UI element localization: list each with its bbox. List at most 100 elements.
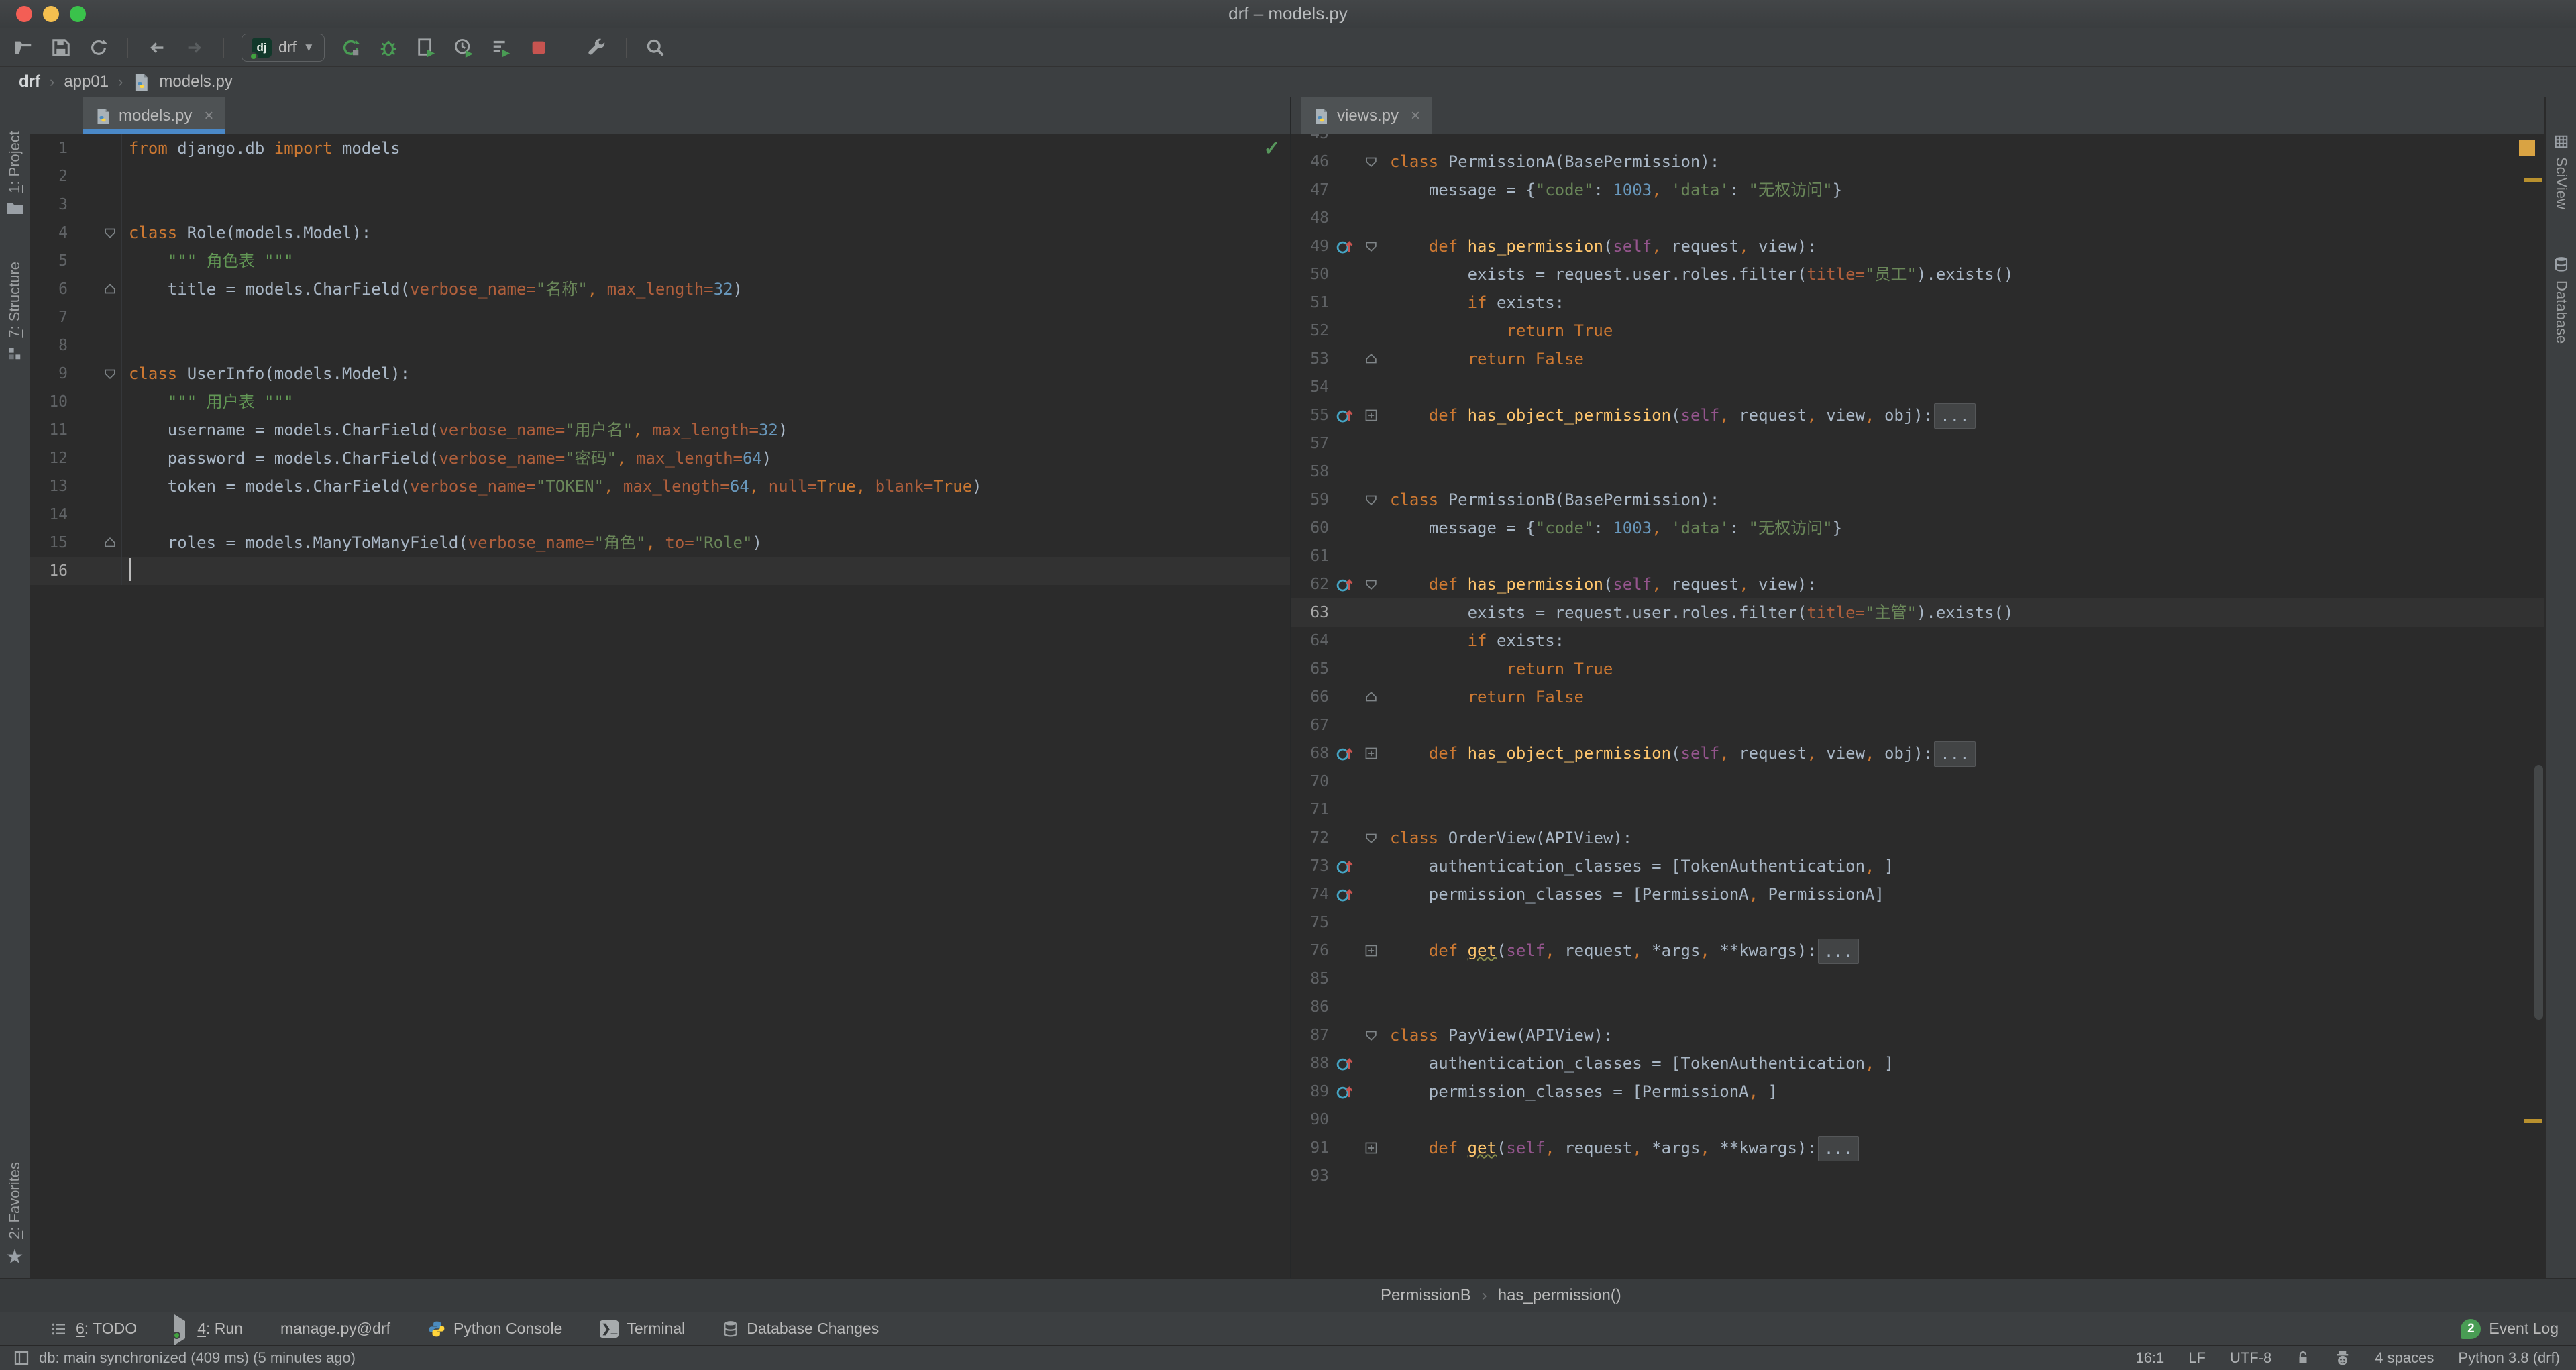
line-number[interactable]: 66 — [1291, 683, 1329, 711]
tool-button-terminal[interactable]: ❯_ Terminal — [600, 1320, 685, 1338]
override-icon[interactable] — [1329, 739, 1360, 768]
concurrency-diagram-icon[interactable] — [490, 36, 513, 59]
code-text[interactable]: """ 角色表 """ — [121, 247, 1290, 275]
code-text[interactable] — [1383, 134, 2544, 148]
line-number[interactable]: 6 — [30, 275, 68, 303]
code-text[interactable]: class OrderView(APIView): — [1383, 824, 2544, 852]
code-text[interactable]: def has_permission(self, request, view): — [1383, 570, 2544, 598]
inspections-ok-icon[interactable]: ✓ — [1262, 138, 1282, 158]
line-number[interactable]: 76 — [1291, 937, 1329, 965]
file-encoding[interactable]: UTF-8 — [2230, 1349, 2271, 1367]
code-text[interactable]: authentication_classes = [TokenAuthentic… — [1383, 852, 2544, 880]
line-number[interactable]: 54 — [1291, 373, 1329, 401]
tool-button-structure[interactable]: 7: Structure — [6, 262, 23, 361]
close-icon[interactable]: × — [204, 107, 213, 125]
synchronize-icon[interactable] — [87, 36, 110, 59]
fold-expand-icon[interactable] — [1360, 739, 1383, 768]
line-number[interactable]: 11 — [30, 416, 68, 444]
line-number[interactable]: 68 — [1291, 739, 1329, 768]
code-text[interactable] — [1383, 373, 2544, 401]
folded-code-placeholder[interactable]: ... — [1818, 939, 1859, 964]
hector-inspections-icon[interactable] — [2334, 1350, 2351, 1366]
line-number[interactable]: 90 — [1291, 1106, 1329, 1134]
breadcrumb-class[interactable]: PermissionB — [1381, 1286, 1471, 1305]
tab-models-py[interactable]: models.py × — [83, 97, 225, 134]
code-text[interactable] — [1383, 542, 2544, 570]
override-icon[interactable] — [1329, 232, 1360, 260]
unlock-icon[interactable] — [2296, 1350, 2310, 1366]
override-icon[interactable] — [1329, 852, 1360, 880]
tool-button-run[interactable]: 4: Run — [174, 1320, 243, 1338]
code-text[interactable]: class PayView(APIView): — [1383, 1021, 2544, 1049]
line-number[interactable]: 61 — [1291, 542, 1329, 570]
minimize-window-button[interactable] — [43, 6, 59, 22]
tab-views-py[interactable]: views.py × — [1301, 97, 1432, 134]
line-number[interactable]: 7 — [30, 303, 68, 331]
override-icon[interactable] — [1329, 570, 1360, 598]
run-config-label[interactable]: manage.py@drf — [280, 1320, 390, 1338]
code-text[interactable]: return True — [1383, 317, 2544, 345]
code-text[interactable] — [121, 303, 1290, 331]
debug-icon[interactable] — [377, 36, 400, 59]
fold-start-icon[interactable] — [1360, 824, 1383, 852]
line-number[interactable]: 63 — [1291, 598, 1329, 627]
warning-stripe-mark[interactable] — [2524, 1119, 2542, 1123]
code-text[interactable]: if exists: — [1383, 288, 2544, 317]
line-number[interactable]: 88 — [1291, 1049, 1329, 1077]
line-number[interactable]: 52 — [1291, 317, 1329, 345]
fold-expand-icon[interactable] — [1360, 401, 1383, 429]
code-text[interactable]: class UserInfo(models.Model): — [121, 360, 1290, 388]
fold-end-icon[interactable] — [1360, 345, 1383, 373]
line-number[interactable]: 93 — [1291, 1162, 1329, 1190]
tool-button-todo[interactable]: 6: TODO — [50, 1320, 137, 1338]
breadcrumb-package[interactable]: app01 — [64, 72, 109, 91]
code-text[interactable] — [1383, 458, 2544, 486]
search-everywhere-icon[interactable] — [644, 36, 667, 59]
line-number[interactable]: 60 — [1291, 514, 1329, 542]
breadcrumb-method[interactable]: has_permission() — [1498, 1286, 1621, 1305]
fold-start-icon[interactable] — [1360, 1021, 1383, 1049]
code-text[interactable]: def has_object_permission(self, request,… — [1383, 401, 2544, 429]
override-icon[interactable] — [1329, 401, 1360, 429]
code-text[interactable]: exists = request.user.roles.filter(title… — [1383, 260, 2544, 288]
line-number[interactable]: 71 — [1291, 796, 1329, 824]
line-number[interactable]: 15 — [30, 529, 68, 557]
code-area-views[interactable]: 4546class PermissionA(BasePermission):47… — [1291, 134, 2544, 1278]
line-number[interactable]: 2 — [30, 162, 68, 191]
code-text[interactable]: def has_permission(self, request, view): — [1383, 232, 2544, 260]
line-number[interactable]: 86 — [1291, 993, 1329, 1021]
line-number[interactable]: 13 — [30, 472, 68, 500]
line-number[interactable]: 87 — [1291, 1021, 1329, 1049]
tool-button-database[interactable]: Database — [2553, 256, 2570, 344]
scrollbar-thumb[interactable] — [2534, 765, 2543, 1020]
line-number[interactable]: 3 — [30, 191, 68, 219]
code-text[interactable] — [121, 162, 1290, 191]
code-text[interactable]: title = models.CharField(verbose_name="名… — [121, 275, 1290, 303]
run-with-coverage-icon[interactable] — [415, 36, 437, 59]
line-number[interactable]: 65 — [1291, 655, 1329, 683]
line-number[interactable]: 8 — [30, 331, 68, 360]
line-number[interactable]: 57 — [1291, 429, 1329, 458]
tool-button-python-console[interactable]: Python Console — [428, 1320, 562, 1338]
line-number[interactable]: 64 — [1291, 627, 1329, 655]
event-log-button[interactable]: 2 Event Log — [2461, 1319, 2559, 1339]
override-icon[interactable] — [1329, 1049, 1360, 1077]
code-text[interactable] — [1383, 1162, 2544, 1190]
fold-expand-icon[interactable] — [1360, 937, 1383, 965]
tool-button-database-changes[interactable]: Database Changes — [722, 1320, 879, 1338]
code-text[interactable] — [1383, 993, 2544, 1021]
code-text[interactable]: message = {"code": 1003, 'data': "无权访问"} — [1383, 514, 2544, 542]
settings-wrench-icon[interactable] — [586, 36, 608, 59]
fold-end-icon[interactable] — [1360, 683, 1383, 711]
line-number[interactable]: 74 — [1291, 880, 1329, 908]
code-text[interactable]: username = models.CharField(verbose_name… — [121, 416, 1290, 444]
line-number[interactable]: 85 — [1291, 965, 1329, 993]
folded-code-placeholder[interactable]: ... — [1818, 1136, 1859, 1161]
code-text[interactable]: return False — [1383, 345, 2544, 373]
forward-icon[interactable] — [183, 36, 206, 59]
breadcrumb-file[interactable]: models.py — [159, 72, 232, 91]
line-number[interactable]: 70 — [1291, 768, 1329, 796]
code-text[interactable]: def has_object_permission(self, request,… — [1383, 739, 2544, 768]
zoom-window-button[interactable] — [70, 6, 86, 22]
fold-end-icon[interactable] — [99, 275, 121, 303]
